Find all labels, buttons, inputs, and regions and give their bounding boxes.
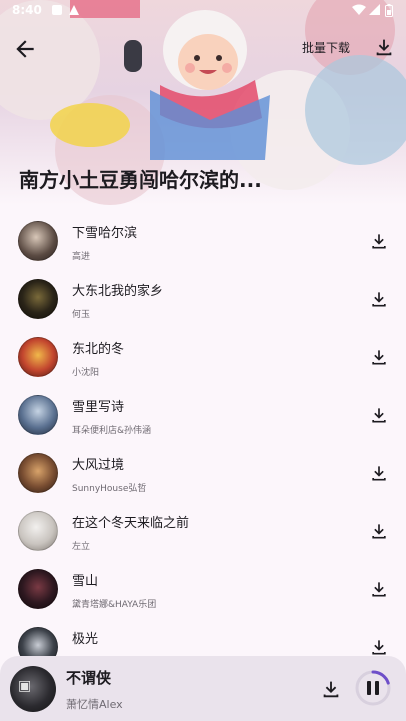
song-artist: SunnyHouse弘哲 <box>72 484 147 494</box>
download-all-button[interactable] <box>373 36 397 60</box>
song-download-button[interactable] <box>369 405 389 425</box>
top-app-bar: 批量下载 <box>0 30 406 66</box>
song-row[interactable]: 大东北我的家乡 何玉 <box>0 270 406 328</box>
song-download-button[interactable] <box>369 231 389 251</box>
song-artist: 左立 <box>72 542 91 552</box>
playlist-title: 南方小土豆勇闯哈尔滨的... <box>19 168 262 192</box>
play-pause-button[interactable] <box>354 669 392 707</box>
song-row[interactable]: 雪里写诗 耳朵便利店&孙伟涵 <box>0 386 406 444</box>
cellular-signal-icon <box>369 4 381 19</box>
download-icon <box>323 681 339 698</box>
now-playing-download-button[interactable] <box>320 678 342 700</box>
song-artist: 小沈阳 <box>72 368 100 378</box>
now-playing-title: 不谓侠 <box>66 669 112 687</box>
song-cover <box>18 337 58 377</box>
now-playing-cover: ▣ <box>10 666 56 712</box>
download-icon <box>372 582 386 597</box>
now-playing-artist: 萧忆情Alex <box>66 698 123 711</box>
song-title: 在这个冬天来临之前 <box>72 516 190 531</box>
status-bar: 8:40 <box>0 0 406 22</box>
app-notification-icon <box>68 4 80 19</box>
song-row[interactable]: 雪山 黛青塔娜&HAYA乐团 <box>0 560 406 618</box>
song-title: 下雪哈尔滨 <box>72 226 138 241</box>
song-row[interactable]: 大风过境 SunnyHouse弘哲 <box>0 444 406 502</box>
download-icon <box>372 292 386 307</box>
song-cover <box>18 453 58 493</box>
status-time: 8:40 <box>12 3 42 17</box>
song-title: 雪山 <box>72 574 99 589</box>
batch-download-button[interactable]: 批量下载 <box>302 39 350 56</box>
song-artist: 黛青塔娜&HAYA乐团 <box>72 600 157 610</box>
song-cover <box>18 511 58 551</box>
song-artist: 耳朵便利店&孙伟涵 <box>72 426 152 436</box>
song-row[interactable]: 在这个冬天来临之前 左立 <box>0 502 406 560</box>
playback-progress-ring <box>355 670 391 706</box>
download-icon <box>372 466 386 481</box>
song-title: 大东北我的家乡 <box>72 284 164 299</box>
song-download-button[interactable] <box>369 463 389 483</box>
notification-icon <box>51 4 63 19</box>
song-title: 雪里写诗 <box>72 400 125 415</box>
song-row[interactable]: 东北的冬 小沈阳 <box>0 328 406 386</box>
now-playing-bar[interactable]: ▣ 不谓侠 萧忆情Alex <box>0 656 406 721</box>
battery-icon <box>385 4 393 20</box>
song-download-button[interactable] <box>369 521 389 541</box>
cover-art-glyph: ▣ <box>18 678 32 694</box>
song-cover <box>18 569 58 609</box>
song-artist: 何玉 <box>72 310 91 320</box>
song-download-button[interactable] <box>369 347 389 367</box>
back-arrow-icon <box>16 40 34 58</box>
download-icon <box>372 234 386 249</box>
download-icon <box>376 39 392 56</box>
back-button[interactable] <box>12 36 38 62</box>
download-icon <box>372 640 386 655</box>
song-cover <box>18 279 58 319</box>
song-artist: 高进 <box>72 252 91 262</box>
song-download-button[interactable] <box>369 579 389 599</box>
song-cover <box>18 395 58 435</box>
download-icon <box>372 524 386 539</box>
song-cover <box>18 221 58 261</box>
download-icon <box>372 350 386 365</box>
wifi-icon <box>352 4 366 19</box>
song-title: 东北的冬 <box>72 342 125 357</box>
song-download-button[interactable] <box>369 637 389 657</box>
pause-icon <box>367 681 379 695</box>
song-title: 极光 <box>72 632 99 647</box>
song-download-button[interactable] <box>369 289 389 309</box>
download-icon <box>372 408 386 423</box>
song-title: 大风过境 <box>72 458 125 473</box>
song-row[interactable]: 下雪哈尔滨 高进 <box>0 212 406 270</box>
